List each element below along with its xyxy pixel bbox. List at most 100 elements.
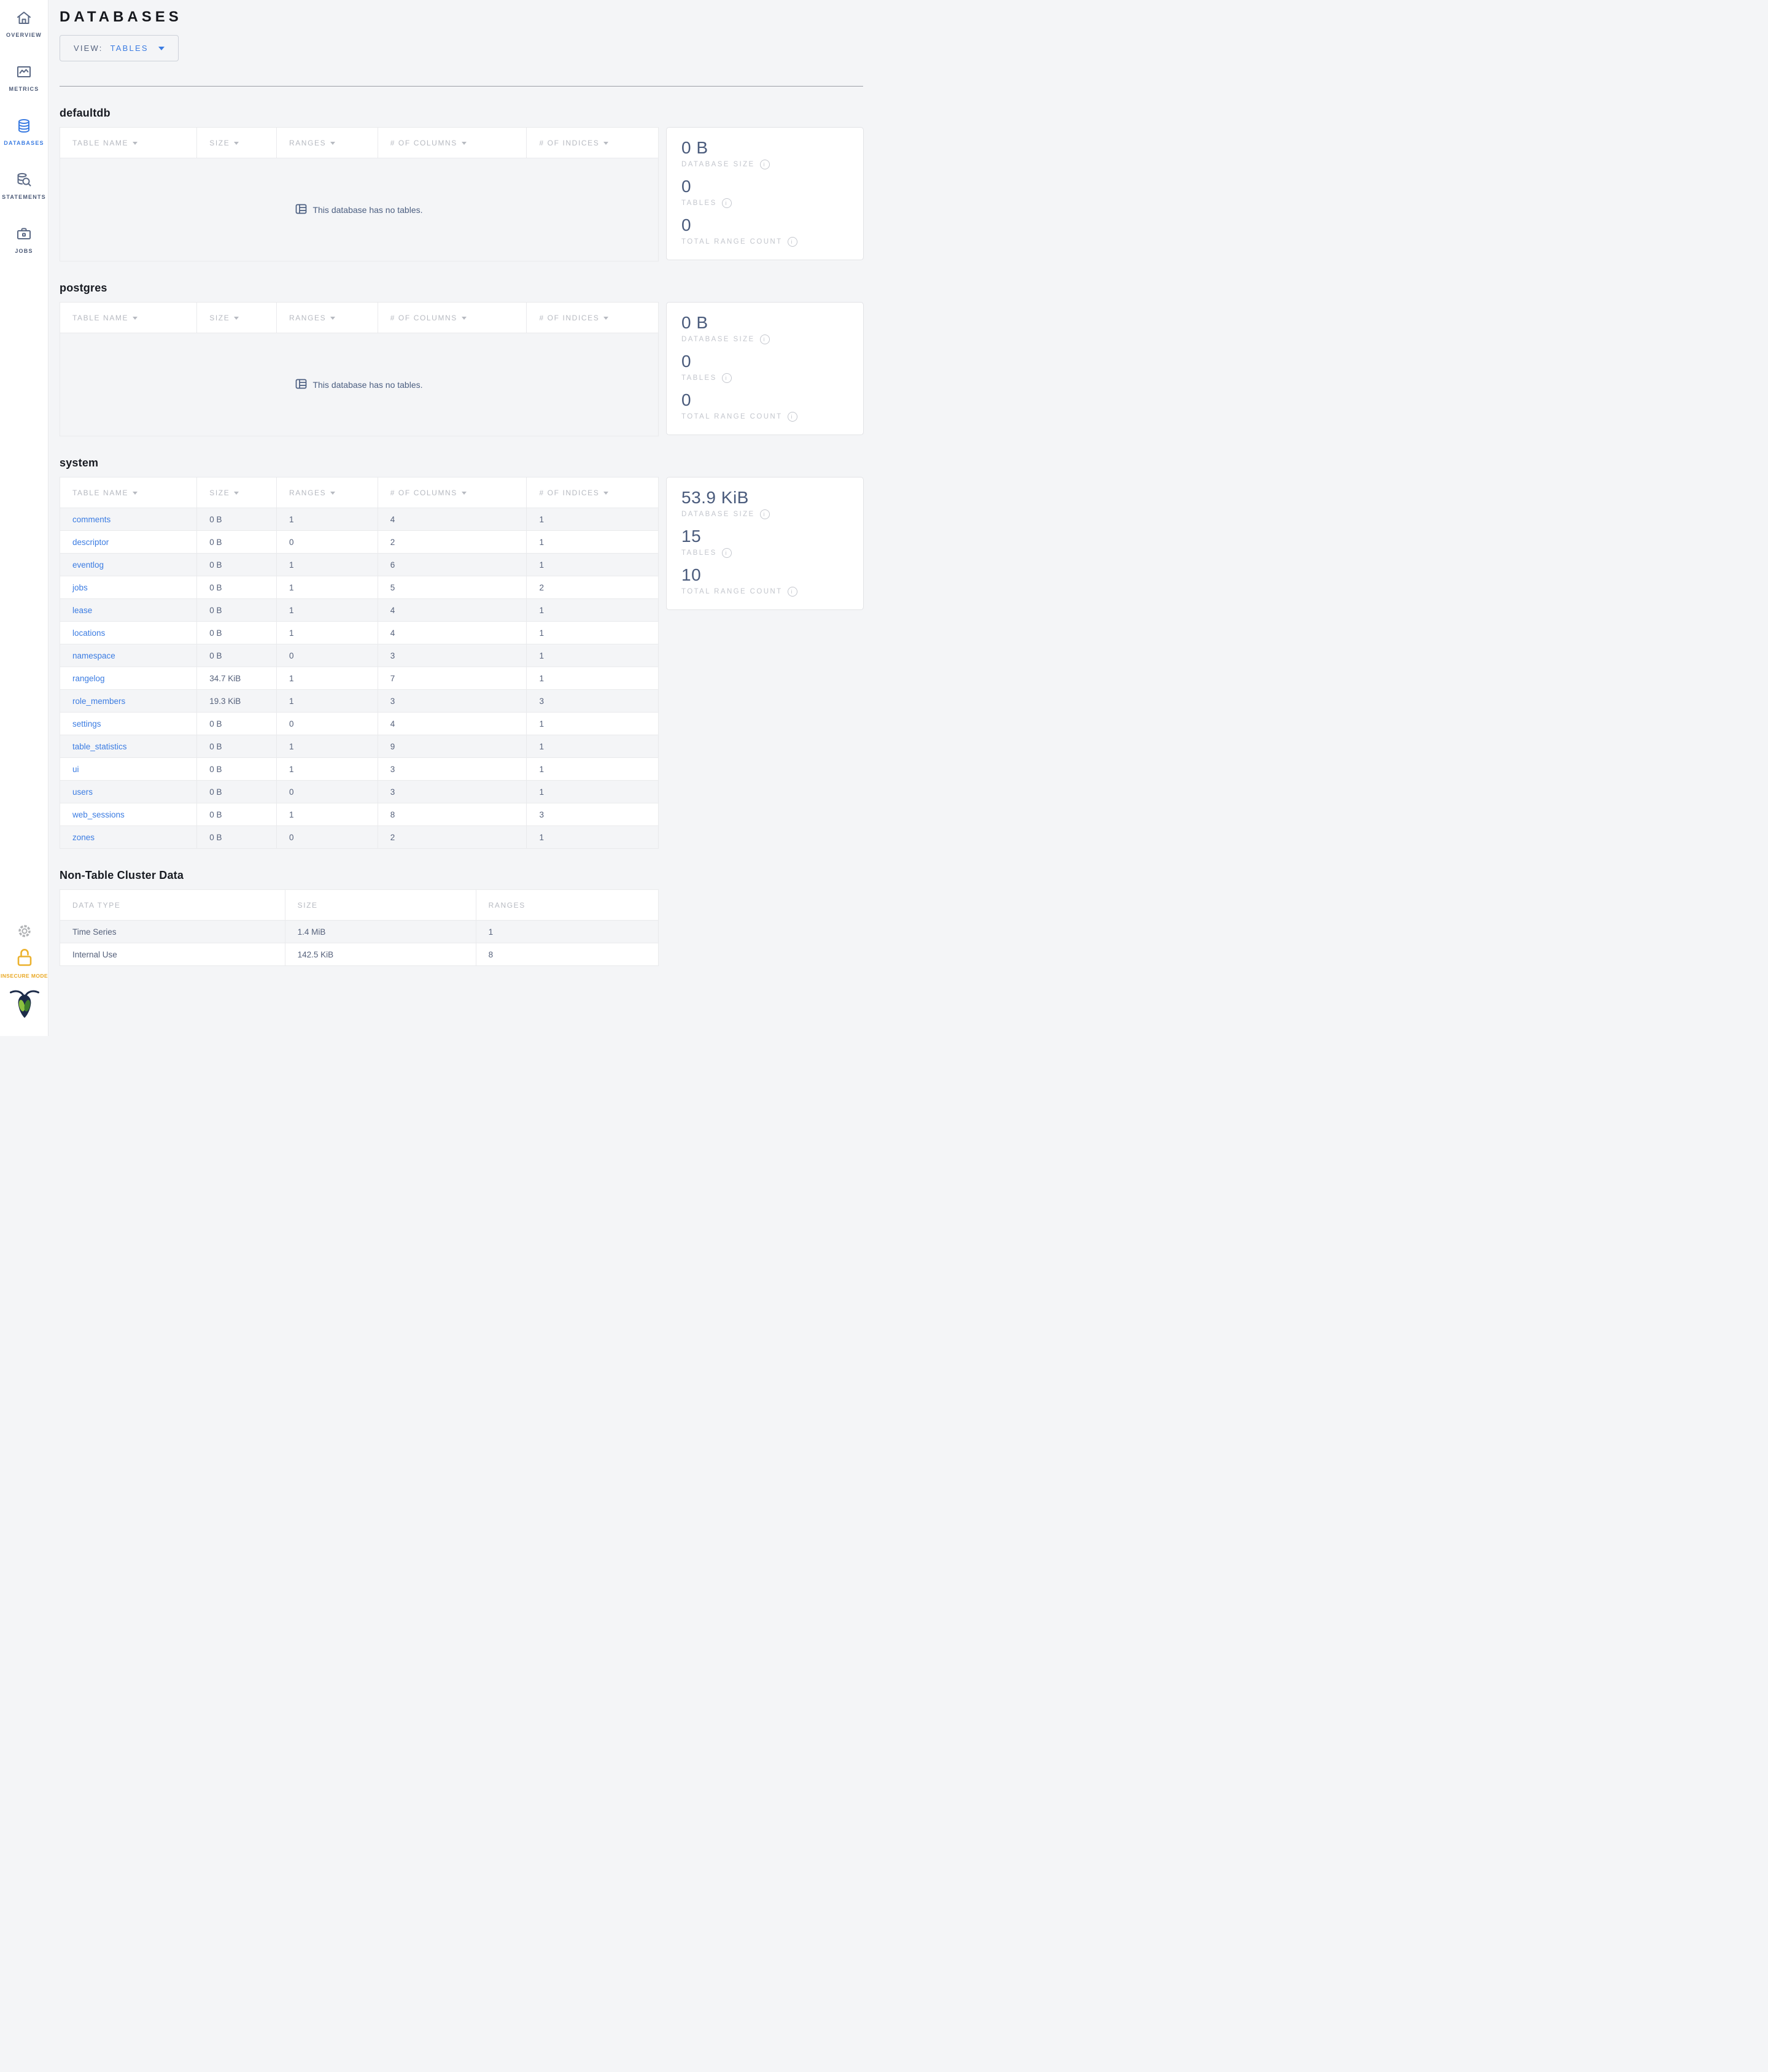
table-cell: 19.3 KiB: [196, 689, 277, 713]
table-name-link[interactable]: settings: [72, 719, 101, 729]
stat-value-tables: 15: [681, 527, 702, 546]
cockroachdb-logo[interactable]: [0, 987, 48, 1020]
table-name-link[interactable]: lease: [72, 606, 92, 615]
table-name-link[interactable]: users: [72, 787, 93, 797]
table-name-link[interactable]: descriptor: [72, 538, 109, 547]
non-table-section: DATA TYPE SIZE RANGES Time Series 1.4 MiB 1 In…: [60, 889, 884, 966]
info-icon[interactable]: i: [759, 334, 770, 344]
table-name-link[interactable]: zones: [72, 833, 95, 842]
info-icon[interactable]: i: [787, 237, 797, 247]
column-header[interactable]: RANGES: [276, 477, 378, 508]
table-cell: 1: [276, 576, 378, 599]
sort-caret-icon: [461, 141, 467, 145]
settings-button[interactable]: [0, 924, 48, 941]
data-table: TABLE NAME SIZE RANGES # OF COLUMNS # OF IND…: [59, 302, 659, 333]
column-header[interactable]: # OF COLUMNS: [377, 127, 527, 158]
stat-label-database-size: DATABASE SIZE i: [681, 160, 848, 169]
table-row: web_sessions 0 B183: [59, 803, 659, 826]
column-header[interactable]: TABLE NAME: [59, 302, 198, 333]
stat-value-database-size: 0 B: [681, 313, 708, 332]
stat-value-tables: 0: [681, 177, 692, 196]
view-dropdown[interactable]: VIEW: TABLES: [60, 35, 179, 61]
column-header[interactable]: SIZE: [196, 477, 277, 508]
info-icon[interactable]: i: [759, 509, 770, 519]
sidebar-item-label: METRICS: [9, 86, 39, 92]
stat-value-tables: 0: [681, 352, 692, 371]
table-cell: 0 B: [196, 576, 277, 599]
database-section: TABLE NAME SIZE RANGES # OF COLUMNS # OF IND…: [59, 302, 884, 436]
info-icon[interactable]: i: [787, 587, 797, 597]
table-cell: 1: [276, 621, 378, 644]
sidebar-item-statements[interactable]: STATEMENTS: [0, 172, 48, 226]
info-icon[interactable]: i: [721, 373, 732, 383]
stat-label-total-range-count: TOTAL RANGE COUNT i: [681, 237, 848, 247]
main-content: DATABASES VIEW: TABLES defaultdb TABLE NA…: [48, 0, 884, 966]
sidebar-item-overview[interactable]: OVERVIEW: [0, 10, 48, 64]
table-row: descriptor 0 B021: [59, 530, 659, 554]
table-row: eventlog 0 B161: [59, 553, 659, 576]
stat-label-total-range-count: TOTAL RANGE COUNT i: [681, 412, 848, 422]
table-cell: 4: [377, 508, 527, 531]
table-name-link[interactable]: namespace: [72, 651, 115, 660]
view-dropdown-value: TABLES: [110, 44, 149, 53]
sort-caret-icon: [461, 491, 467, 495]
insecure-mode-indicator[interactable]: [0, 948, 48, 970]
table-name-link[interactable]: ui: [72, 765, 79, 774]
sort-caret-icon: [133, 141, 138, 145]
table-cell: 1.4 MiB: [284, 920, 476, 943]
table-cell: 2: [377, 825, 527, 849]
briefcase-icon: [16, 226, 32, 242]
column-header[interactable]: # OF INDICES: [526, 302, 659, 333]
sidebar-item-databases[interactable]: DATABASES: [0, 118, 48, 172]
table-name-link[interactable]: eventlog: [72, 560, 104, 570]
sidebar-item-jobs[interactable]: JOBS: [0, 226, 48, 280]
table-name-link[interactable]: locations: [72, 628, 105, 638]
empty-database-message: This database has no tables.: [60, 333, 659, 436]
table-row: Time Series 1.4 MiB 1: [60, 920, 659, 943]
table-cell: 1: [276, 735, 378, 758]
table-cell: 0 B: [196, 553, 277, 576]
column-header[interactable]: RANGES: [276, 302, 378, 333]
table-cell: 1: [475, 920, 659, 943]
column-header[interactable]: # OF INDICES: [526, 477, 659, 508]
table-cell: 34.7 KiB: [196, 667, 277, 690]
sidebar-item-label: DATABASES: [4, 140, 44, 146]
info-icon[interactable]: i: [721, 548, 732, 558]
table-row: locations 0 B141: [59, 621, 659, 644]
house-icon: [16, 10, 32, 26]
nav: OVERVIEW METRICS DATABASES STATEMENTS JOBS: [0, 0, 48, 280]
table-name-link[interactable]: jobs: [72, 583, 88, 592]
column-header[interactable]: SIZE: [196, 127, 277, 158]
table-cell: Time Series: [60, 920, 285, 943]
column-header[interactable]: # OF INDICES: [526, 127, 659, 158]
database-icon: [16, 118, 32, 134]
table-cell: 4: [377, 712, 527, 735]
info-icon[interactable]: i: [759, 160, 770, 169]
database-section-title: postgres: [60, 282, 107, 294]
table-cell: 0: [276, 712, 378, 735]
table-cell: 1: [526, 667, 659, 690]
info-icon[interactable]: i: [721, 198, 732, 208]
table-name-link[interactable]: rangelog: [72, 674, 105, 683]
column-header[interactable]: # OF COLUMNS: [377, 477, 527, 508]
table-name-link[interactable]: comments: [72, 515, 110, 524]
data-table: DATA TYPE SIZE RANGES Time Series 1.4 MiB 1 In…: [60, 889, 659, 966]
table-cell: 3: [377, 689, 527, 713]
column-header[interactable]: # OF COLUMNS: [377, 302, 527, 333]
column-header[interactable]: TABLE NAME: [59, 127, 198, 158]
table-cell: 1: [276, 598, 378, 622]
sidebar-item-metrics[interactable]: METRICS: [0, 64, 48, 118]
sidebar: OVERVIEW METRICS DATABASES STATEMENTS JOBS I…: [0, 0, 48, 1036]
table-cell: 1: [526, 598, 659, 622]
stat-label-tables: TABLES i: [681, 373, 848, 383]
table-name-link[interactable]: table_statistics: [72, 742, 127, 751]
info-icon[interactable]: i: [787, 412, 797, 422]
data-table: TABLE NAME SIZE RANGES # OF COLUMNS # OF IND…: [59, 127, 659, 158]
table-name-link[interactable]: web_sessions: [72, 810, 125, 819]
column-header[interactable]: RANGES: [276, 127, 378, 158]
column-header[interactable]: SIZE: [196, 302, 277, 333]
table-cell: 1: [526, 825, 659, 849]
column-header[interactable]: TABLE NAME: [59, 477, 198, 508]
table-row: namespace 0 B031: [59, 644, 659, 667]
table-name-link[interactable]: role_members: [72, 697, 125, 706]
